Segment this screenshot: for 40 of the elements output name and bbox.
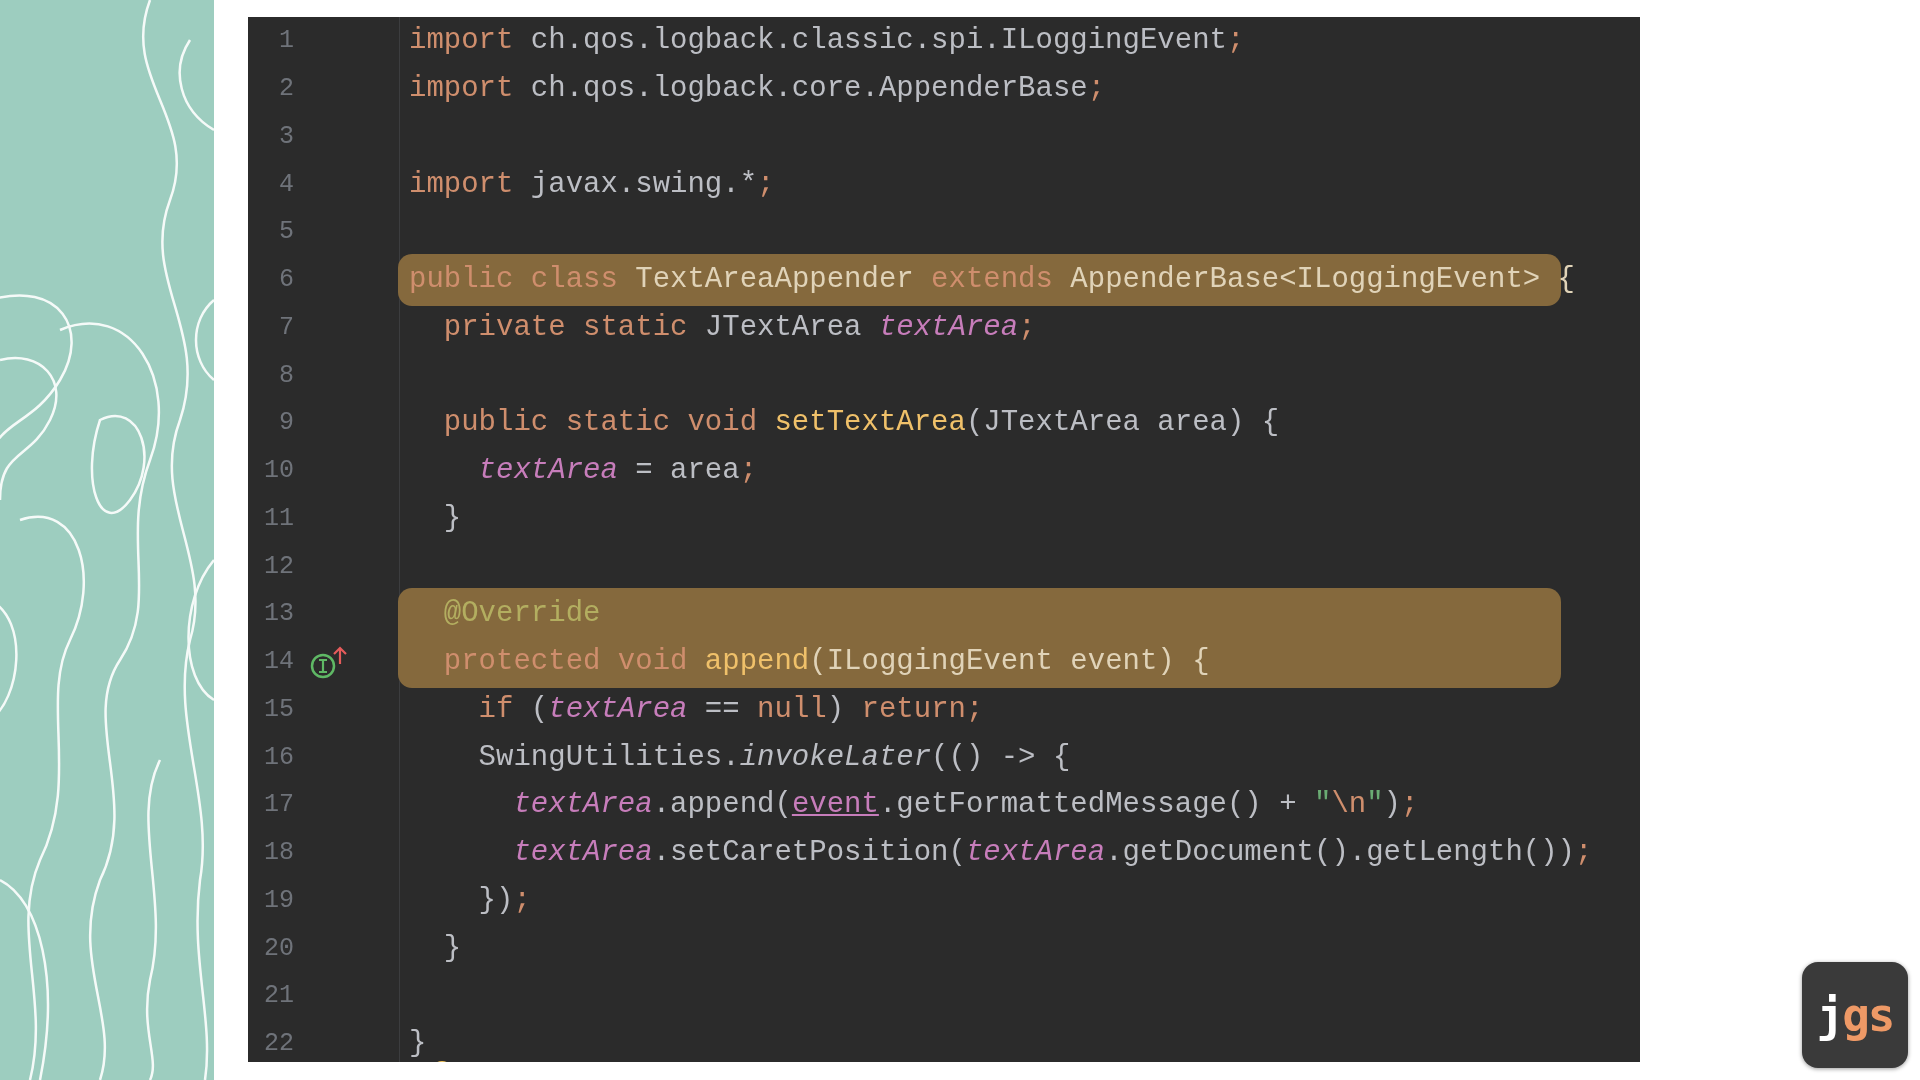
line-number: 17: [263, 790, 294, 820]
line-number: 4: [278, 169, 294, 199]
line-number: 1: [278, 26, 294, 56]
code-line: protected void append(ILoggingEvent event) {: [442, 645, 1210, 679]
code-line: SwingUtilities.invokeLater(() -> {: [477, 740, 1071, 774]
code-line: }: [442, 931, 462, 965]
jgs-logo: jgs: [1802, 962, 1908, 1068]
code-line: import javax.swing.*;: [409, 167, 775, 201]
line-number: 20: [263, 933, 294, 963]
code-line: private static JTextArea textArea;: [442, 310, 1036, 344]
code-line: }: [442, 501, 462, 535]
code-line: public class TextAreaAppender extends AppenderBase<ILoggingEvent> {: [409, 263, 1576, 297]
line-number: 18: [263, 838, 294, 868]
line-number: 14: [263, 647, 294, 677]
code-line: }: [409, 1027, 427, 1061]
line-number: 15: [263, 694, 294, 724]
line-number: 13: [263, 599, 294, 629]
code-line: public static void setTextArea(JTextArea area) {: [442, 406, 1280, 440]
code-line: if (textArea == null) return;: [477, 692, 984, 726]
code-line: import ch.qos.logback.core.AppenderBase;: [409, 72, 1106, 106]
code-line: textArea = area;: [477, 454, 758, 488]
line-number: 2: [278, 74, 294, 104]
line-number: 11: [263, 503, 294, 533]
line-number: 16: [263, 742, 294, 772]
line-number: 7: [278, 312, 294, 342]
code-line: });: [477, 883, 531, 917]
line-number: 21: [263, 981, 294, 1011]
line-number: 5: [278, 217, 294, 247]
code-line: @Override: [442, 597, 601, 631]
code-line: textArea.append(event.getFormattedMessage() + "\n");: [512, 788, 1419, 822]
line-number: 8: [278, 360, 294, 390]
line-number: 12: [263, 551, 294, 581]
line-number: 9: [278, 408, 294, 438]
code-line: textArea.setCaretPosition(textArea.getDocument().getLength());: [512, 836, 1593, 870]
line-number: 10: [263, 456, 294, 486]
line-number: 19: [263, 885, 294, 915]
line-number: 22: [263, 1029, 294, 1059]
line-number: 6: [278, 265, 294, 295]
code-line: import ch.qos.logback.classic.spi.ILoggingEvent;: [409, 24, 1245, 58]
line-number: 3: [278, 121, 294, 151]
